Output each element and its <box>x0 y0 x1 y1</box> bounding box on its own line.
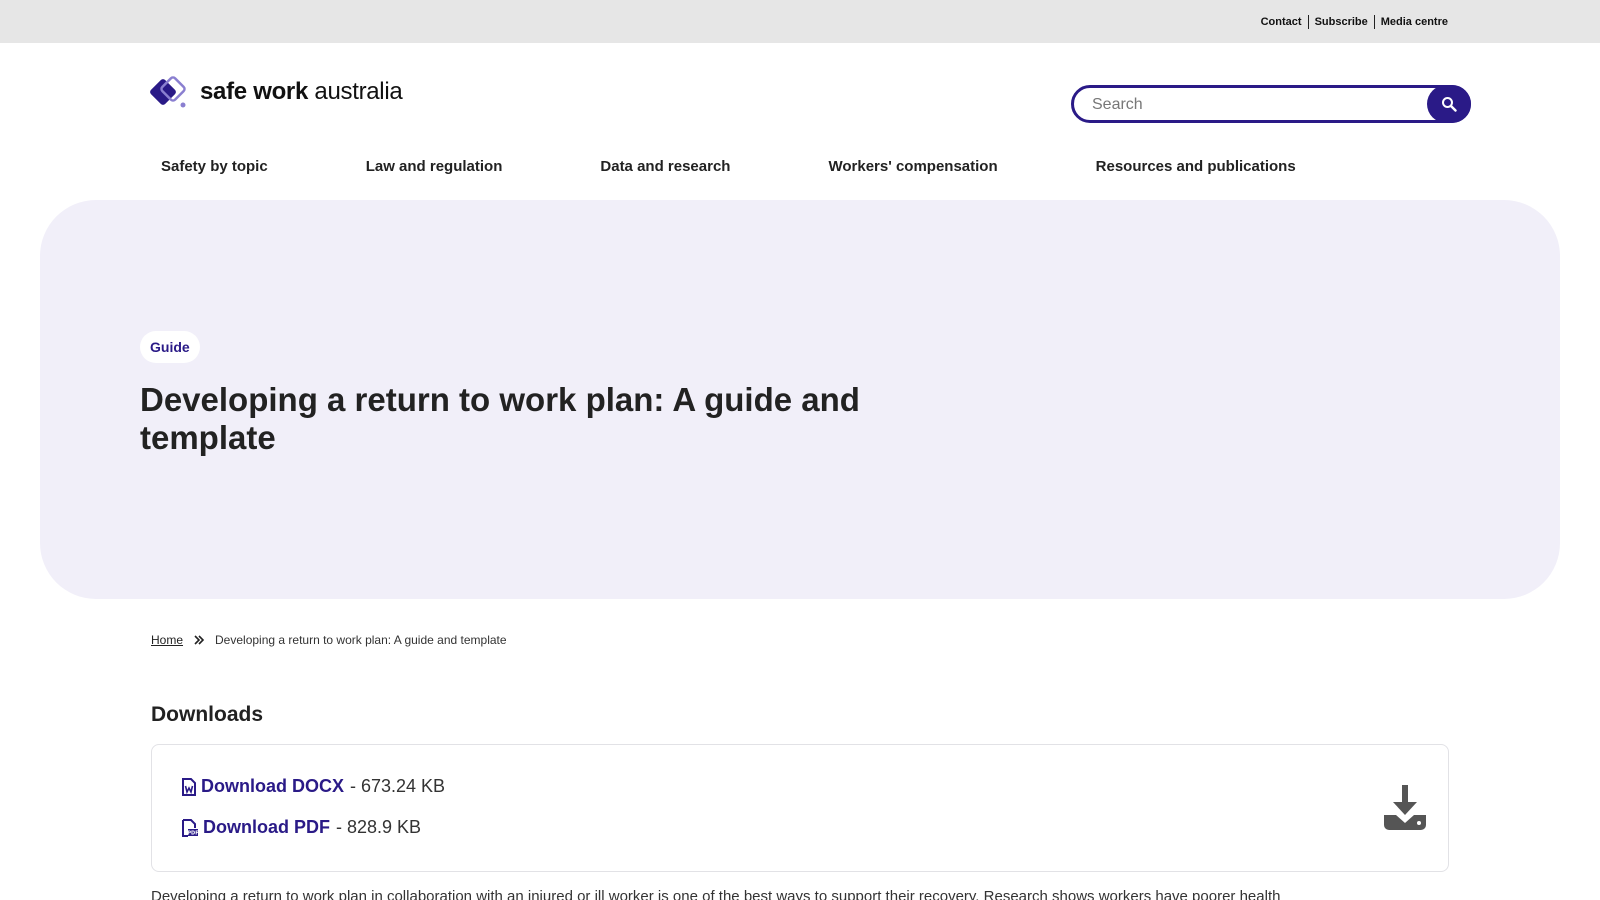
nav-item-workers-compensation[interactable]: Workers' compensation <box>828 158 997 175</box>
contact-link[interactable]: Contact <box>1261 16 1302 28</box>
svg-text:PDF: PDF <box>187 830 198 836</box>
subscribe-link[interactable]: Subscribe <box>1315 16 1368 28</box>
download-pdf-size: - 828.9 KB <box>336 817 422 837</box>
download-item-pdf: PDF Download PDF - 828.9 KB <box>182 817 421 838</box>
site-logo[interactable]: safe work australia <box>150 74 403 110</box>
download-icon[interactable] <box>1382 785 1428 831</box>
download-docx-size: - 673.24 KB <box>350 776 446 796</box>
utility-bar: Contact Subscribe Media centre <box>0 0 1600 43</box>
content-type-badge: Guide <box>140 331 200 363</box>
nav-item-data-and-research[interactable]: Data and research <box>600 158 730 175</box>
pdf-file-icon: PDF <box>182 818 198 837</box>
docx-file-icon <box>182 777 196 796</box>
main-nav: Safety by topic Law and regulation Data … <box>161 158 1296 175</box>
search-button[interactable] <box>1427 85 1471 123</box>
breadcrumb-home-link[interactable]: Home <box>151 633 183 647</box>
search-box <box>1071 85 1471 123</box>
download-pdf-link[interactable]: Download PDF <box>203 817 330 838</box>
breadcrumb: Home Developing a return to work plan: A… <box>151 633 507 647</box>
divider <box>1307 15 1309 29</box>
nav-item-law-and-regulation[interactable]: Law and regulation <box>366 158 503 175</box>
search-icon <box>1442 97 1457 112</box>
double-chevron-right-icon <box>193 634 205 646</box>
download-docx-link[interactable]: Download DOCX <box>201 776 344 797</box>
intro-paragraph: Developing a return to work plan in coll… <box>151 888 1281 900</box>
logo-diamond-icon <box>150 76 186 108</box>
utility-links: Contact Subscribe Media centre <box>1261 15 1448 29</box>
media-centre-link[interactable]: Media centre <box>1381 16 1448 28</box>
page-title: Developing a return to work plan: A guid… <box>140 381 860 456</box>
divider <box>1373 15 1375 29</box>
breadcrumb-current: Developing a return to work plan: A guid… <box>215 633 507 647</box>
logo-text: safe work australia <box>200 78 403 105</box>
downloads-card: Download DOCX - 673.24 KB PDF Download P… <box>151 744 1449 872</box>
nav-item-safety-by-topic[interactable]: Safety by topic <box>161 158 268 175</box>
downloads-heading: Downloads <box>151 703 264 726</box>
nav-item-resources-and-publications[interactable]: Resources and publications <box>1096 158 1296 175</box>
download-item-docx: Download DOCX - 673.24 KB <box>182 776 445 797</box>
search-input[interactable] <box>1092 94 1422 116</box>
